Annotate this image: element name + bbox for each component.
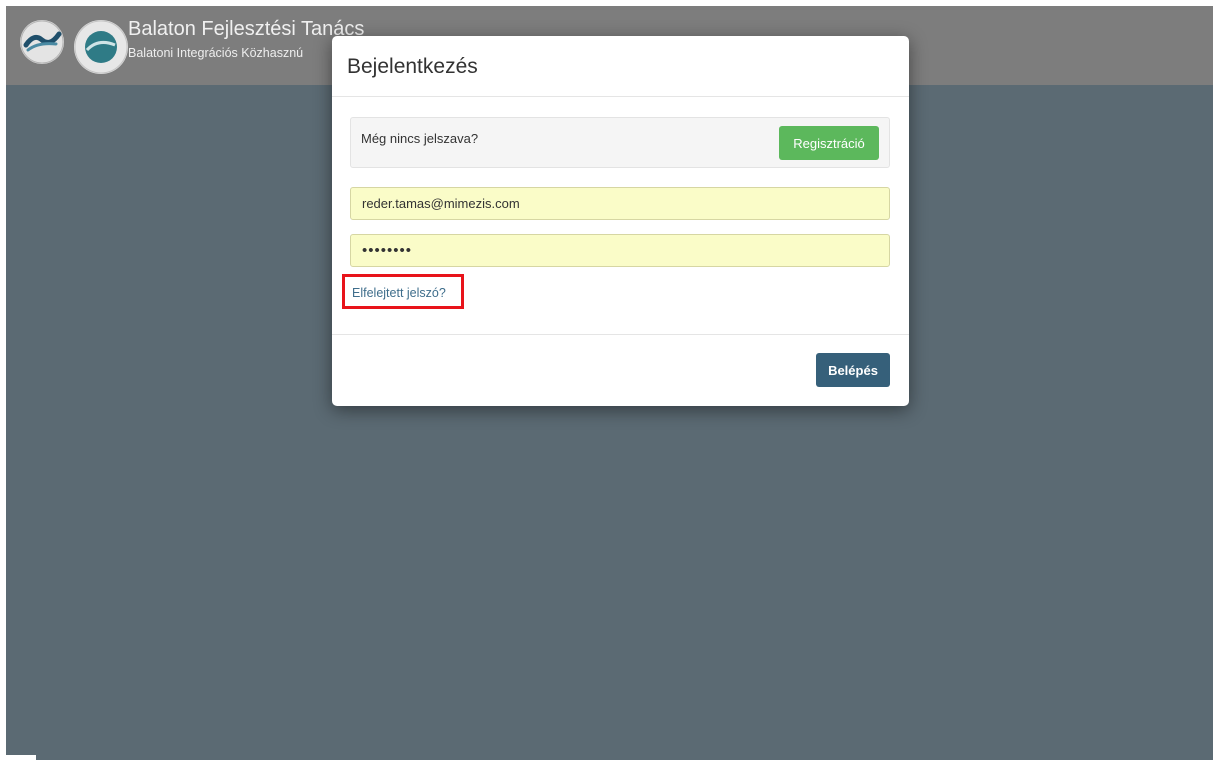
modal-title: Bejelentkezés	[347, 55, 478, 78]
organization-title: Balaton Fejlesztési Tanács	[128, 18, 365, 40]
app-frame: Balaton Fejlesztési Tanács Balatoni Inte…	[6, 6, 1213, 760]
forgot-password-highlight: Elfelejtett jelszó?	[342, 274, 464, 309]
register-prompt: Még nincs jelszava?	[361, 131, 479, 146]
login-modal: Bejelentkezés Még nincs jelszava? Regisz…	[332, 36, 909, 406]
modal-footer: Belépés	[332, 334, 909, 406]
balaton-logo-icon	[20, 20, 64, 64]
login-button[interactable]: Belépés	[816, 353, 890, 387]
register-panel: Még nincs jelszava? Regisztráció	[350, 117, 890, 168]
email-field[interactable]	[350, 187, 890, 220]
forgot-password-link[interactable]: Elfelejtett jelszó?	[352, 286, 446, 300]
password-field[interactable]	[350, 234, 890, 267]
register-button[interactable]: Regisztráció	[779, 126, 879, 160]
integration-seal-icon	[74, 20, 128, 74]
modal-header: Bejelentkezés	[332, 36, 909, 97]
organization-subtitle: Balatoni Integrációs Közhasznú	[128, 46, 304, 60]
corner-mark	[0, 755, 36, 760]
